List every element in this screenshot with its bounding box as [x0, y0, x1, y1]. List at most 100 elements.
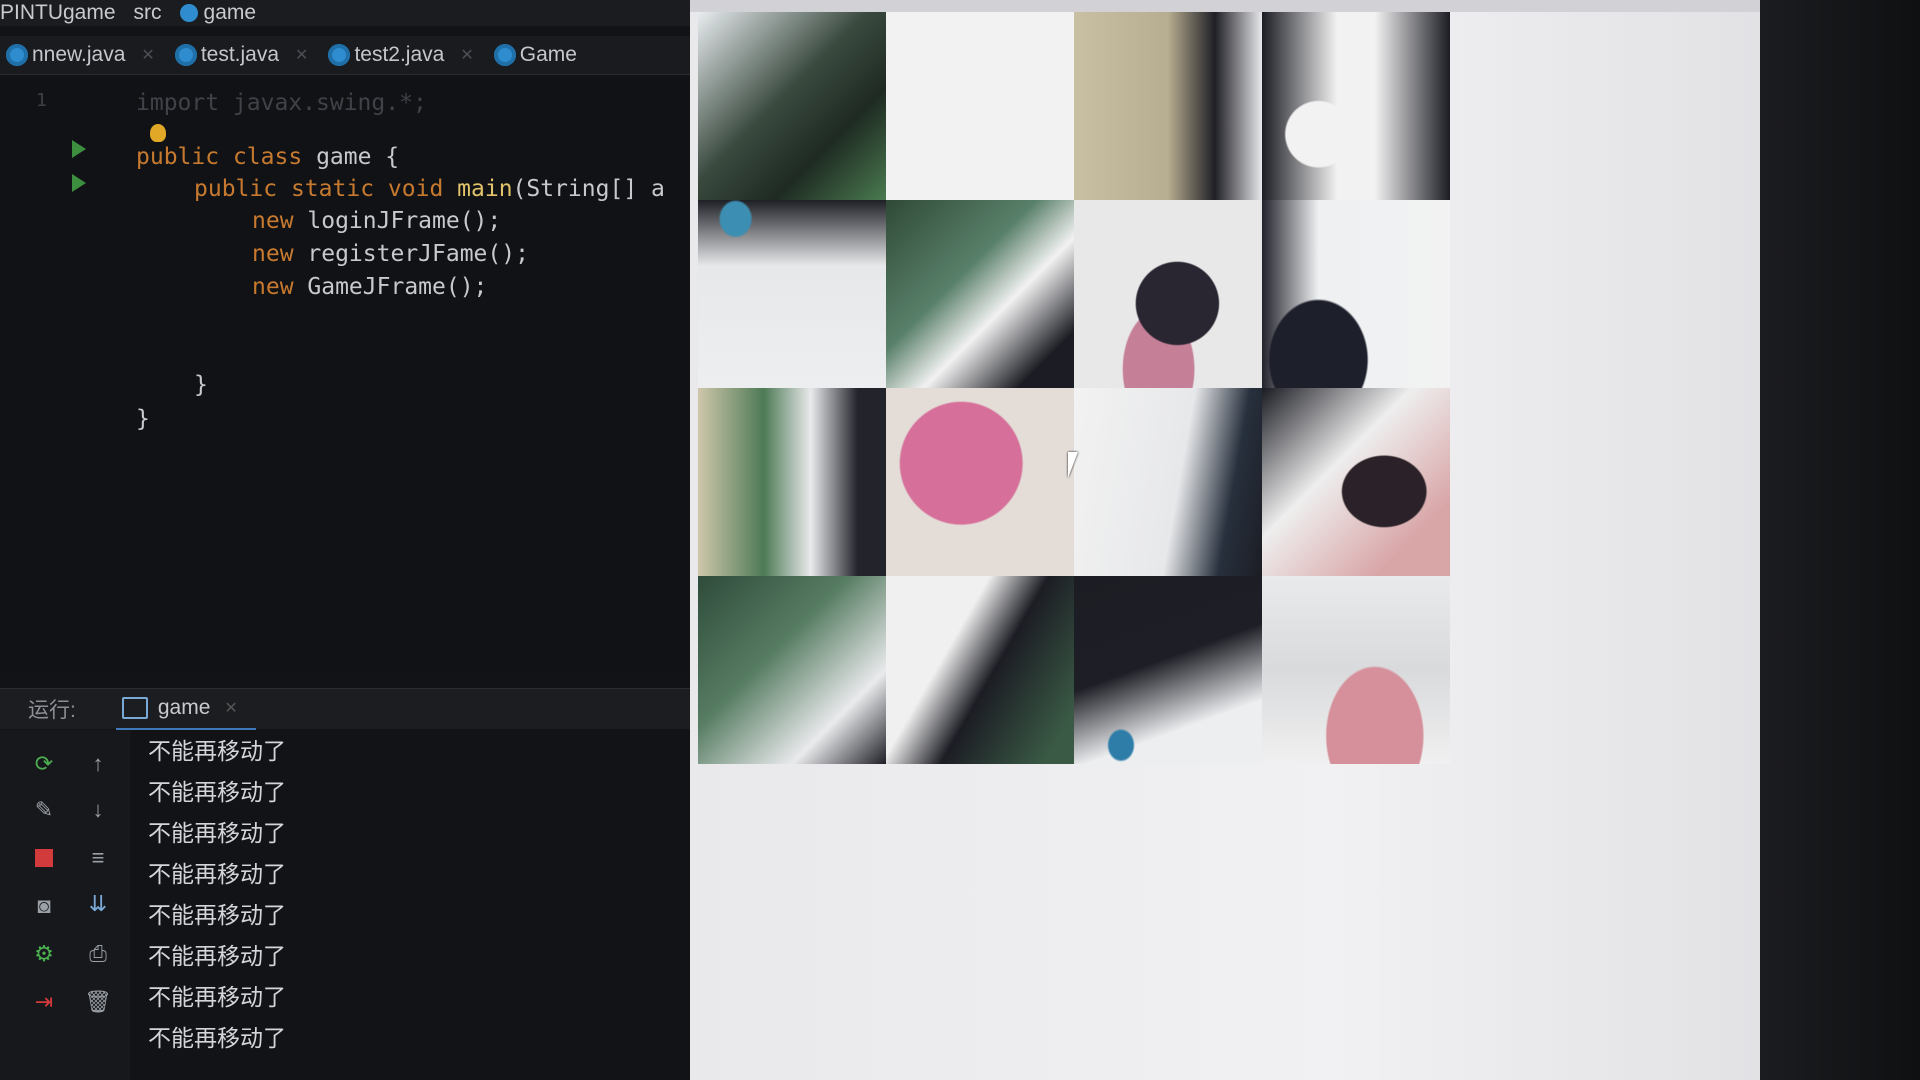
- run-class-icon[interactable]: [72, 140, 86, 158]
- editor-gutter: 1: [0, 78, 110, 678]
- exit-icon[interactable]: ⇥: [30, 988, 58, 1016]
- arrow-up-icon[interactable]: ↑: [84, 750, 112, 778]
- java-class-icon: [174, 44, 197, 66]
- code-line-stmt: new loginJFrame();: [252, 208, 501, 234]
- puzzle-tile[interactable]: [698, 12, 886, 200]
- trash-icon[interactable]: 🗑: [84, 988, 112, 1016]
- puzzle-game-window[interactable]: [690, 0, 1760, 1080]
- tab-test2-java[interactable]: test2.java ✕: [322, 36, 487, 74]
- print-icon[interactable]: ⎙: [84, 940, 112, 968]
- keyword: new: [252, 241, 294, 267]
- code-editor[interactable]: 1 import javax.swing.*; public class gam…: [0, 78, 700, 678]
- keyword: class: [232, 144, 303, 170]
- tab-label: test2.java: [354, 43, 445, 66]
- tab-test-java[interactable]: test.java ✕: [169, 36, 323, 74]
- run-tab-game[interactable]: game ✕: [115, 688, 256, 731]
- run-toolbar: ⟳ ↑ ✎ ↓ ≡ ◙ ⇊ ⚙ ⎙ ⇥ 🗑: [0, 730, 130, 1080]
- console-icon: [121, 696, 148, 719]
- code-line-close-brace: }: [194, 372, 208, 398]
- close-icon[interactable]: ✕: [141, 45, 154, 65]
- stop-square: [35, 849, 53, 867]
- breadcrumb-project[interactable]: PINTUgame: [0, 1, 116, 25]
- arrow-down-icon[interactable]: ↓: [84, 796, 112, 824]
- run-tab-label: game: [157, 695, 211, 719]
- puzzle-tile[interactable]: [1262, 388, 1450, 576]
- keyword: public: [194, 176, 278, 202]
- puzzle-tile-blank[interactable]: [886, 12, 1074, 200]
- monitor-bezel: [1760, 0, 1920, 1080]
- code-line-stmt: new registerJFame();: [252, 241, 529, 267]
- breadcrumb-file[interactable]: game: [179, 1, 257, 25]
- camera-icon[interactable]: ◙: [30, 892, 58, 920]
- run-panel-label: 运行:: [28, 699, 76, 722]
- code-line-stmt: new GameJFrame();: [252, 274, 487, 300]
- puzzle-tile[interactable]: [1074, 576, 1262, 764]
- line-number: 1: [36, 90, 47, 111]
- keyword: void: [387, 176, 444, 202]
- puzzle-tile[interactable]: [886, 200, 1074, 388]
- game-title-bar: [690, 0, 1760, 12]
- java-class-icon: [6, 44, 28, 66]
- run-panel-header: 运行: game ✕: [0, 688, 700, 731]
- tab-nnew-java[interactable]: nnew.java ✕: [0, 36, 169, 74]
- code-content: import javax.swing.*; public class game …: [136, 78, 665, 494]
- puzzle-tile[interactable]: [1074, 388, 1262, 576]
- puzzle-tile[interactable]: [1262, 200, 1450, 388]
- breadcrumb-file-label: game: [203, 1, 257, 24]
- java-class-icon: [328, 44, 351, 66]
- puzzle-tile[interactable]: [698, 576, 886, 764]
- tab-label: nnew.java: [32, 43, 126, 66]
- breadcrumb: PINTUgame src game: [0, 0, 700, 26]
- console-line: 不能再移动了: [148, 821, 286, 847]
- rerun-icon[interactable]: ⟳: [30, 750, 58, 778]
- editor-tabs: nnew.java ✕ test.java ✕ test2.java ✕ Gam…: [0, 36, 700, 75]
- stop-icon[interactable]: [30, 844, 58, 872]
- statement: loginJFrame();: [293, 208, 502, 234]
- keyword: new: [252, 208, 294, 234]
- puzzle-tile[interactable]: [1074, 12, 1262, 200]
- console-line: 不能再移动了: [148, 903, 286, 929]
- puzzle-tile[interactable]: [1262, 12, 1450, 200]
- tab-game[interactable]: Game: [488, 36, 591, 74]
- ide-window: PINTUgame src game nnew.java ✕ test.java…: [0, 0, 700, 1080]
- close-icon[interactable]: ✕: [224, 698, 237, 718]
- mouse-cursor-icon: [1068, 452, 1078, 478]
- console-line: 不能再移动了: [148, 1026, 286, 1052]
- puzzle-tile[interactable]: [698, 200, 886, 388]
- scroll-to-end-icon[interactable]: ⇊: [84, 890, 112, 918]
- puzzle-tile[interactable]: [886, 576, 1074, 764]
- console-line: 不能再移动了: [148, 739, 286, 765]
- puzzle-tile[interactable]: [1074, 200, 1262, 388]
- settings-icon[interactable]: ⚙: [30, 940, 58, 968]
- console-line: 不能再移动了: [148, 985, 286, 1011]
- tab-label: Game: [519, 43, 577, 66]
- java-class-icon: [179, 4, 198, 22]
- console-output: 不能再移动了 不能再移动了 不能再移动了 不能再移动了 不能再移动了 不能再移动…: [130, 730, 700, 1080]
- code-line-main: public static void main(String[] a: [194, 176, 665, 202]
- code-line-import: import javax.swing.*;: [136, 90, 427, 116]
- puzzle-tile[interactable]: [698, 388, 886, 576]
- puzzle-board[interactable]: [698, 12, 1458, 772]
- keyword: public: [136, 144, 220, 170]
- run-main-icon[interactable]: [72, 174, 86, 192]
- console-line: 不能再移动了: [148, 944, 286, 970]
- class-name: game: [316, 144, 372, 170]
- method-args: (String[] a: [512, 176, 665, 202]
- breadcrumb-folder[interactable]: src: [134, 1, 162, 25]
- puzzle-tile[interactable]: [886, 388, 1074, 576]
- close-icon[interactable]: ✕: [295, 45, 308, 65]
- soft-wrap-icon[interactable]: ≡: [84, 844, 112, 872]
- wrench-icon[interactable]: ✎: [30, 796, 58, 824]
- console-line: 不能再移动了: [148, 862, 286, 888]
- statement: GameJFrame();: [293, 274, 488, 300]
- console-line: 不能再移动了: [148, 780, 286, 806]
- java-class-icon: [493, 44, 516, 66]
- puzzle-tile[interactable]: [1262, 576, 1450, 764]
- keyword: static: [290, 176, 375, 202]
- code-line-class: public class game {: [136, 144, 399, 170]
- close-icon[interactable]: ✕: [460, 45, 473, 65]
- statement: registerJFame();: [293, 241, 529, 267]
- keyword: new: [252, 274, 294, 300]
- method-name: main: [457, 176, 513, 202]
- brace: {: [371, 144, 400, 170]
